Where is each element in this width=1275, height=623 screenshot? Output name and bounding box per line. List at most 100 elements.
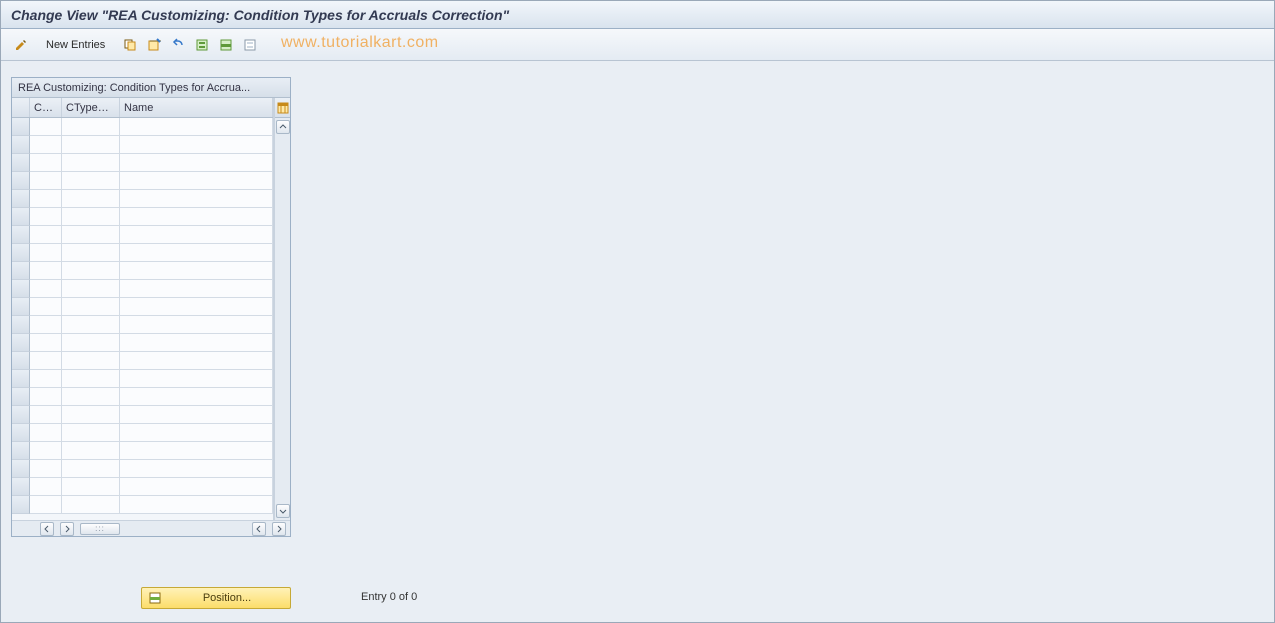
cell-name[interactable] [120, 406, 273, 424]
cell-name[interactable] [120, 334, 273, 352]
cell-ctypecor[interactable] [62, 334, 120, 352]
row-selector[interactable] [12, 460, 30, 478]
new-entries-button[interactable]: New Entries [35, 34, 116, 56]
scroll-left-start-button[interactable] [40, 522, 54, 536]
select-all-button[interactable] [192, 35, 212, 55]
cell-name[interactable] [120, 244, 273, 262]
position-button[interactable]: Position... [141, 587, 291, 609]
cell-ctypecor[interactable] [62, 190, 120, 208]
cell-co[interactable] [30, 298, 62, 316]
row-selector[interactable] [12, 424, 30, 442]
table-row[interactable] [12, 118, 273, 136]
cell-ctypecor[interactable] [62, 442, 120, 460]
cell-ctypecor[interactable] [62, 118, 120, 136]
cell-ctypecor[interactable] [62, 298, 120, 316]
scroll-down-button[interactable] [276, 504, 290, 518]
scroll-up-button[interactable] [276, 120, 290, 134]
cell-co[interactable] [30, 334, 62, 352]
table-row[interactable] [12, 190, 273, 208]
undo-button[interactable] [168, 35, 188, 55]
cell-co[interactable] [30, 316, 62, 334]
row-selector[interactable] [12, 334, 30, 352]
cell-name[interactable] [120, 496, 273, 514]
cell-name[interactable] [120, 424, 273, 442]
table-row[interactable] [12, 424, 273, 442]
vertical-scrollbar[interactable] [274, 98, 290, 520]
table-row[interactable] [12, 388, 273, 406]
cell-co[interactable] [30, 154, 62, 172]
table-row[interactable] [12, 352, 273, 370]
table-row[interactable] [12, 154, 273, 172]
cell-co[interactable] [30, 262, 62, 280]
cell-ctypecor[interactable] [62, 136, 120, 154]
row-selector[interactable] [12, 406, 30, 424]
row-selector[interactable] [12, 478, 30, 496]
cell-name[interactable] [120, 298, 273, 316]
table-row[interactable] [12, 478, 273, 496]
cell-ctypecor[interactable] [62, 388, 120, 406]
cell-co[interactable] [30, 496, 62, 514]
table-settings-button[interactable] [275, 98, 290, 118]
cell-name[interactable] [120, 388, 273, 406]
cell-ctypecor[interactable] [62, 172, 120, 190]
cell-ctypecor[interactable] [62, 424, 120, 442]
table-row[interactable] [12, 262, 273, 280]
cell-name[interactable] [120, 316, 273, 334]
data-grid[interactable]: Co... CTypeCor Name [12, 98, 274, 520]
table-row[interactable] [12, 172, 273, 190]
cell-ctypecor[interactable] [62, 154, 120, 172]
table-row[interactable] [12, 136, 273, 154]
cell-co[interactable] [30, 370, 62, 388]
cell-name[interactable] [120, 172, 273, 190]
cell-co[interactable] [30, 244, 62, 262]
table-row[interactable] [12, 244, 273, 262]
table-row[interactable] [12, 496, 273, 514]
table-row[interactable] [12, 370, 273, 388]
grid-header-co[interactable]: Co... [30, 98, 62, 117]
row-selector[interactable] [12, 298, 30, 316]
table-row[interactable] [12, 226, 273, 244]
row-selector[interactable] [12, 208, 30, 226]
cell-co[interactable] [30, 136, 62, 154]
grid-header-selector[interactable] [12, 98, 30, 117]
cell-ctypecor[interactable] [62, 460, 120, 478]
cell-ctypecor[interactable] [62, 262, 120, 280]
row-selector[interactable] [12, 118, 30, 136]
cell-co[interactable] [30, 280, 62, 298]
cell-ctypecor[interactable] [62, 496, 120, 514]
cell-co[interactable] [30, 352, 62, 370]
row-selector[interactable] [12, 316, 30, 334]
edit-button[interactable] [11, 35, 31, 55]
scroll-right-start-button[interactable] [60, 522, 74, 536]
copy-as-button[interactable] [120, 35, 140, 55]
cell-ctypecor[interactable] [62, 478, 120, 496]
cell-ctypecor[interactable] [62, 316, 120, 334]
cell-ctypecor[interactable] [62, 280, 120, 298]
row-selector[interactable] [12, 136, 30, 154]
cell-ctypecor[interactable] [62, 226, 120, 244]
horizontal-scrollbar[interactable]: ::: [12, 520, 290, 536]
cell-name[interactable] [120, 442, 273, 460]
cell-co[interactable] [30, 460, 62, 478]
table-row[interactable] [12, 442, 273, 460]
scroll-right-end-button[interactable] [272, 522, 286, 536]
cell-name[interactable] [120, 208, 273, 226]
cell-co[interactable] [30, 226, 62, 244]
cell-name[interactable] [120, 262, 273, 280]
row-selector[interactable] [12, 172, 30, 190]
grid-header-name[interactable]: Name [120, 98, 273, 117]
cell-co[interactable] [30, 424, 62, 442]
row-selector[interactable] [12, 370, 30, 388]
cell-name[interactable] [120, 190, 273, 208]
delete-button[interactable] [144, 35, 164, 55]
row-selector[interactable] [12, 226, 30, 244]
table-row[interactable] [12, 406, 273, 424]
cell-name[interactable] [120, 478, 273, 496]
table-row[interactable] [12, 334, 273, 352]
cell-co[interactable] [30, 478, 62, 496]
table-row[interactable] [12, 298, 273, 316]
row-selector[interactable] [12, 388, 30, 406]
row-selector[interactable] [12, 154, 30, 172]
cell-name[interactable] [120, 136, 273, 154]
cell-name[interactable] [120, 154, 273, 172]
